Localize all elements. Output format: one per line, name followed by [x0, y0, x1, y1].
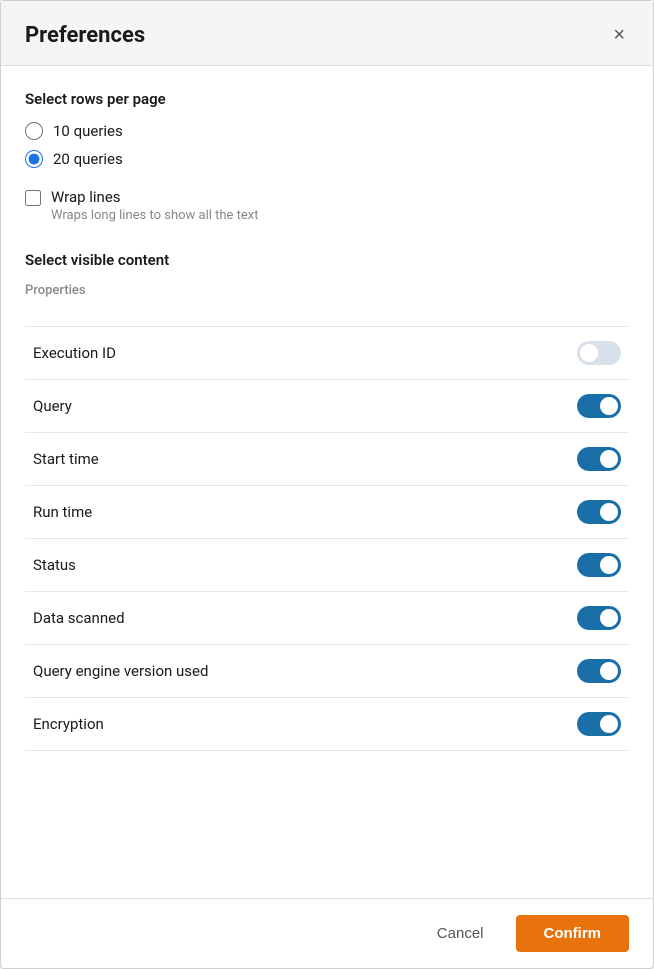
- property-row-run-time: Run time: [25, 486, 629, 539]
- wrap-lines-text: Wrap lines Wraps long lines to show all …: [51, 188, 259, 223]
- property-row-start-time: Start time: [25, 433, 629, 486]
- properties-group-label: Properties: [25, 283, 629, 306]
- cancel-button[interactable]: Cancel: [417, 915, 504, 952]
- properties-list: Execution ID Query Start time: [25, 326, 629, 751]
- property-name-start-time: Start time: [33, 450, 99, 468]
- toggle-execution-id-slider: [577, 341, 621, 365]
- radio-10-queries[interactable]: 10 queries: [25, 122, 629, 140]
- toggle-query[interactable]: [577, 394, 621, 418]
- rows-per-page-group: 10 queries 20 queries: [25, 122, 629, 168]
- property-name-data-scanned: Data scanned: [33, 609, 125, 627]
- toggle-run-time-slider: [577, 500, 621, 524]
- radio-10-label: 10 queries: [53, 122, 123, 140]
- wrap-lines-item[interactable]: Wrap lines Wraps long lines to show all …: [25, 188, 629, 223]
- preferences-dialog: Preferences × Select rows per page 10 qu…: [0, 0, 654, 969]
- toggle-encryption-slider: [577, 712, 621, 736]
- toggle-start-time[interactable]: [577, 447, 621, 471]
- dialog-title: Preferences: [25, 23, 145, 48]
- toggle-query-engine-slider: [577, 659, 621, 683]
- toggle-status-slider: [577, 553, 621, 577]
- dialog-header: Preferences ×: [1, 1, 653, 66]
- wrap-lines-description: Wraps long lines to show all the text: [51, 208, 259, 223]
- property-name-run-time: Run time: [33, 503, 92, 521]
- toggle-data-scanned-slider: [577, 606, 621, 630]
- close-button[interactable]: ×: [609, 21, 629, 49]
- property-row-status: Status: [25, 539, 629, 592]
- property-row-query: Query: [25, 380, 629, 433]
- property-name-execution-id: Execution ID: [33, 344, 116, 362]
- property-name-query-engine: Query engine version used: [33, 662, 208, 680]
- wrap-lines-checkbox[interactable]: [25, 190, 41, 206]
- property-name-query: Query: [33, 397, 72, 415]
- toggle-start-time-slider: [577, 447, 621, 471]
- visible-content-section: Select visible content Properties: [25, 251, 629, 306]
- toggle-encryption[interactable]: [577, 712, 621, 736]
- dialog-body: Select rows per page 10 queries 20 queri…: [1, 66, 653, 882]
- radio-10-input[interactable]: [25, 122, 43, 140]
- toggle-data-scanned[interactable]: [577, 606, 621, 630]
- wrap-lines-label: Wrap lines: [51, 188, 259, 206]
- toggle-execution-id[interactable]: [577, 341, 621, 365]
- radio-20-input[interactable]: [25, 150, 43, 168]
- property-row-query-engine: Query engine version used: [25, 645, 629, 698]
- visible-content-label: Select visible content: [25, 251, 629, 269]
- property-row-encryption: Encryption: [25, 698, 629, 751]
- toggle-query-engine[interactable]: [577, 659, 621, 683]
- radio-20-queries[interactable]: 20 queries: [25, 150, 629, 168]
- property-row-execution-id: Execution ID: [25, 327, 629, 380]
- toggle-query-slider: [577, 394, 621, 418]
- radio-20-label: 20 queries: [53, 150, 123, 168]
- property-row-data-scanned: Data scanned: [25, 592, 629, 645]
- property-name-status: Status: [33, 556, 76, 574]
- toggle-run-time[interactable]: [577, 500, 621, 524]
- property-name-encryption: Encryption: [33, 715, 104, 733]
- toggle-status[interactable]: [577, 553, 621, 577]
- confirm-button[interactable]: Confirm: [516, 915, 630, 952]
- rows-per-page-label: Select rows per page: [25, 90, 629, 108]
- dialog-footer: Cancel Confirm: [1, 898, 653, 968]
- wrap-lines-group: Wrap lines Wraps long lines to show all …: [25, 188, 629, 223]
